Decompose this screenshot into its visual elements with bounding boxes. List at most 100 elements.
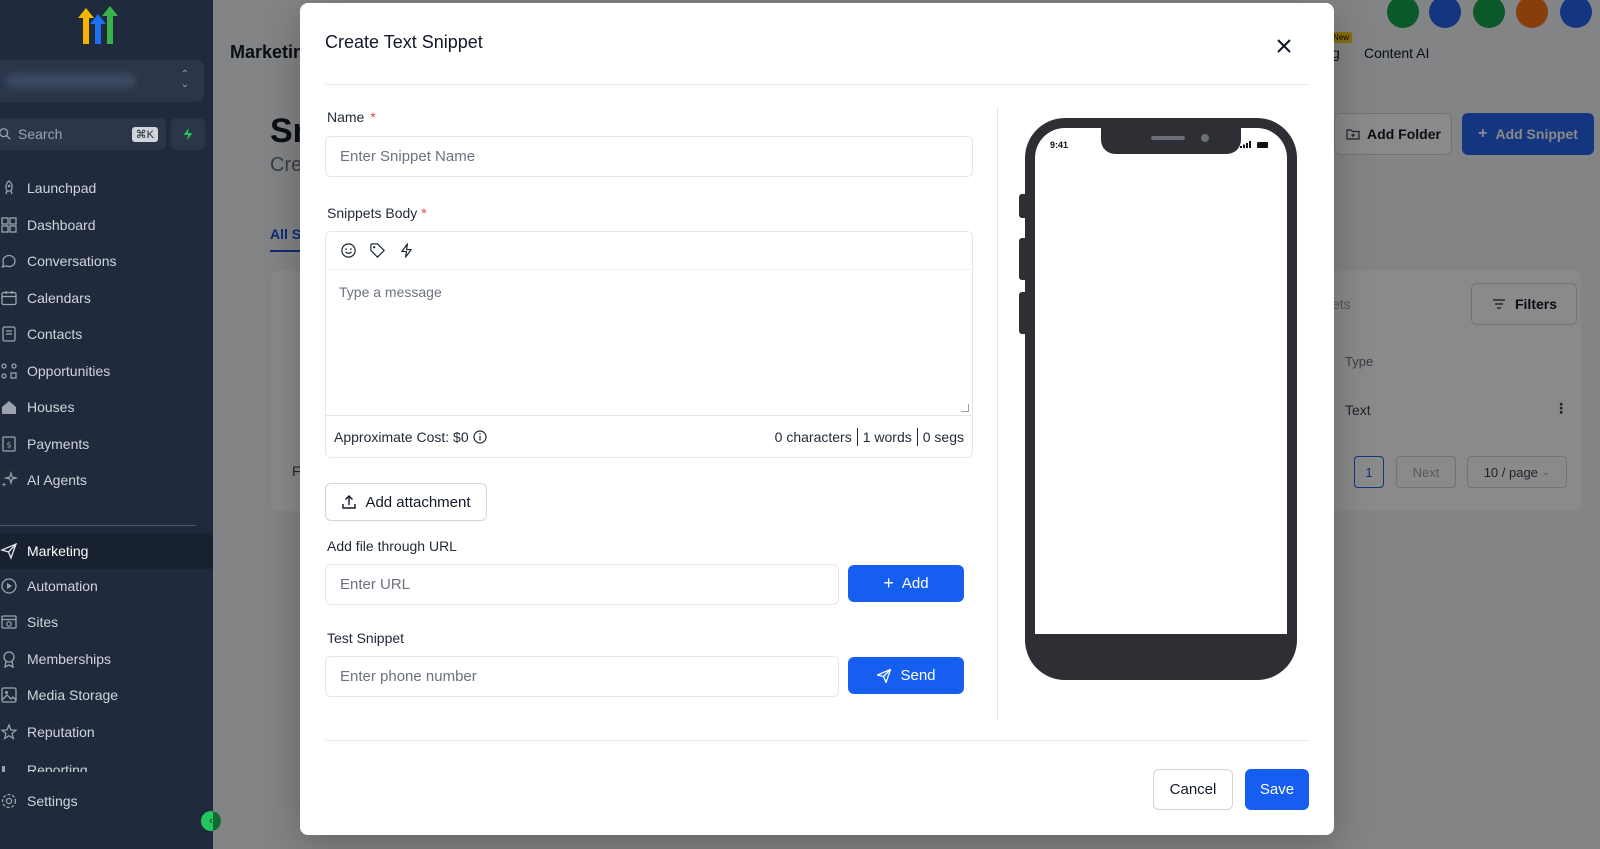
- calendar-icon: [1, 291, 17, 306]
- phone-side-button: [1019, 194, 1025, 218]
- sidebar-item-opportunities[interactable]: Opportunities: [0, 355, 213, 387]
- create-snippet-modal: Create Text Snippet Name * Enter Snippet …: [300, 3, 1334, 835]
- message-placeholder: Type a message: [339, 284, 442, 300]
- svg-text:$: $: [6, 441, 11, 450]
- sidebar-search[interactable]: Search ⌘K: [0, 118, 166, 150]
- send-test-button[interactable]: Send: [848, 657, 964, 694]
- sidebar-item-label: Conversations: [27, 253, 117, 269]
- star-icon: [0, 723, 18, 740]
- sidebar-item-reputation[interactable]: Reputation: [0, 716, 213, 748]
- save-button[interactable]: Save: [1245, 769, 1309, 810]
- url-label: Add file through URL: [327, 538, 457, 554]
- name-label-text: Name: [327, 109, 365, 125]
- sidebar-item-launchpad[interactable]: Launchpad: [0, 172, 213, 204]
- phone-side-button: [1019, 292, 1025, 334]
- image-icon: [1, 687, 17, 703]
- sidebar-item-settings[interactable]: Settings: [0, 785, 213, 817]
- sidebar-item-label: Houses: [27, 399, 75, 415]
- phone-number-input[interactable]: Enter phone number: [325, 656, 839, 697]
- phone-status-bar: [1240, 141, 1269, 148]
- sidebar-item-label: Contacts: [27, 326, 83, 342]
- sidebar-item-label: Sites: [27, 614, 59, 630]
- account-switcher[interactable]: ⌃ ⌄: [0, 60, 204, 102]
- body-label-text: Snippets Body: [327, 205, 418, 221]
- sidebar-item-label: Payments: [27, 436, 90, 452]
- upload-icon: [342, 495, 357, 509]
- resize-handle-icon[interactable]: [961, 404, 969, 412]
- add-attachment-button[interactable]: Add attachment: [325, 483, 487, 521]
- sidebar-item-label: AI Agents: [27, 472, 87, 488]
- report-icon: [2, 766, 5, 772]
- modal-footer-divider: [325, 740, 1309, 741]
- body-label: Snippets Body *: [327, 205, 427, 221]
- payments-icon: $: [2, 436, 16, 452]
- phone-side-button: [1019, 238, 1025, 280]
- battery-icon: [1257, 142, 1268, 148]
- sparkle-icon: [1, 471, 18, 487]
- phone-screen: 9:41: [1035, 128, 1287, 634]
- test-snippet-label: Test Snippet: [327, 630, 405, 646]
- snippet-body-editor: Type a message Approximate Cost: $0 0 ch…: [325, 231, 973, 458]
- bolt-icon[interactable]: [398, 242, 415, 259]
- account-name-blurred: [6, 74, 136, 88]
- phone-preview: 9:41: [1019, 118, 1297, 680]
- search-placeholder: Search: [18, 126, 63, 142]
- opportunities-icon: [1, 363, 17, 379]
- rocket-icon: [5, 180, 13, 195]
- sidebar-item-ai-agents[interactable]: AI Agents: [0, 464, 213, 496]
- add-attachment-label: Add attachment: [365, 493, 471, 511]
- send-icon: [877, 668, 892, 683]
- grid-icon: [1, 217, 17, 233]
- sidebar-item-conversations[interactable]: Conversations: [0, 245, 213, 277]
- sidebar-item-payments[interactable]: $ Payments: [0, 428, 213, 460]
- add-url-label: Add: [901, 575, 929, 592]
- save-label: Save: [1259, 781, 1295, 798]
- sidebar-item-media-storage[interactable]: Media Storage: [0, 679, 213, 711]
- add-url-button[interactable]: + Add: [848, 565, 964, 602]
- character-count: 0 characters: [774, 429, 852, 445]
- sidebar-item-label: Reporting: [27, 762, 88, 772]
- search-shortcut: ⌘K: [131, 126, 158, 142]
- required-mark: *: [370, 109, 376, 125]
- automation-icon: [1, 578, 17, 594]
- sidebar-item-memberships[interactable]: Memberships: [0, 643, 213, 675]
- sidebar-divider: [0, 525, 196, 526]
- sidebar-item-label: Reputation: [27, 724, 95, 740]
- chevron-updown-icon: ⌃ ⌄: [180, 69, 190, 90]
- sidebar-item-contacts[interactable]: Contacts: [0, 318, 213, 350]
- app-logo-icon[interactable]: [76, 6, 120, 44]
- snippet-name-input[interactable]: Enter Snippet Name: [325, 136, 973, 177]
- bolt-icon: [183, 127, 193, 141]
- emoji-icon[interactable]: [340, 242, 357, 259]
- segment-count: 0 segs: [922, 429, 964, 445]
- sidebar-item-calendars[interactable]: Calendars: [0, 282, 213, 314]
- sidebar-item-marketing[interactable]: Marketing: [0, 533, 213, 569]
- message-counts: 0 characters 1 words 0 segs: [775, 428, 964, 446]
- quick-actions-button[interactable]: [171, 118, 205, 150]
- message-textarea[interactable]: Type a message: [326, 271, 972, 416]
- close-icon[interactable]: [1276, 38, 1292, 54]
- search-icon: [0, 128, 11, 140]
- sidebar-item-label: Marketing: [27, 543, 89, 559]
- signal-icon: [1240, 141, 1251, 148]
- sidebar-item-houses[interactable]: Houses: [0, 391, 213, 423]
- sidebar-item-label: Opportunities: [27, 363, 111, 379]
- house-icon: [2, 401, 16, 414]
- plus-icon: +: [883, 573, 894, 593]
- phone-time: 9:41: [1050, 140, 1069, 150]
- info-icon[interactable]: [473, 430, 487, 444]
- phone-camera: [1201, 134, 1209, 142]
- sidebar-item-dashboard[interactable]: Dashboard: [0, 209, 213, 241]
- file-url-input[interactable]: Enter URL: [325, 564, 839, 605]
- sidebar-item-automation[interactable]: Automation: [0, 570, 213, 602]
- tag-icon[interactable]: [369, 242, 386, 259]
- sidebar: ⌃ ⌄ Search ⌘K Launchpad Dashboard Convers…: [0, 0, 221, 849]
- sidebar-item-label: Settings: [27, 793, 78, 809]
- cancel-button[interactable]: Cancel: [1153, 769, 1233, 810]
- phone-number-placeholder: Enter phone number: [340, 668, 477, 685]
- phone-speaker: [1151, 136, 1185, 140]
- cancel-label: Cancel: [1169, 781, 1217, 798]
- sidebar-item-reporting[interactable]: Reporting: [0, 750, 213, 772]
- sidebar-item-sites[interactable]: Sites: [0, 606, 213, 638]
- snippet-name-placeholder: Enter Snippet Name: [340, 148, 476, 165]
